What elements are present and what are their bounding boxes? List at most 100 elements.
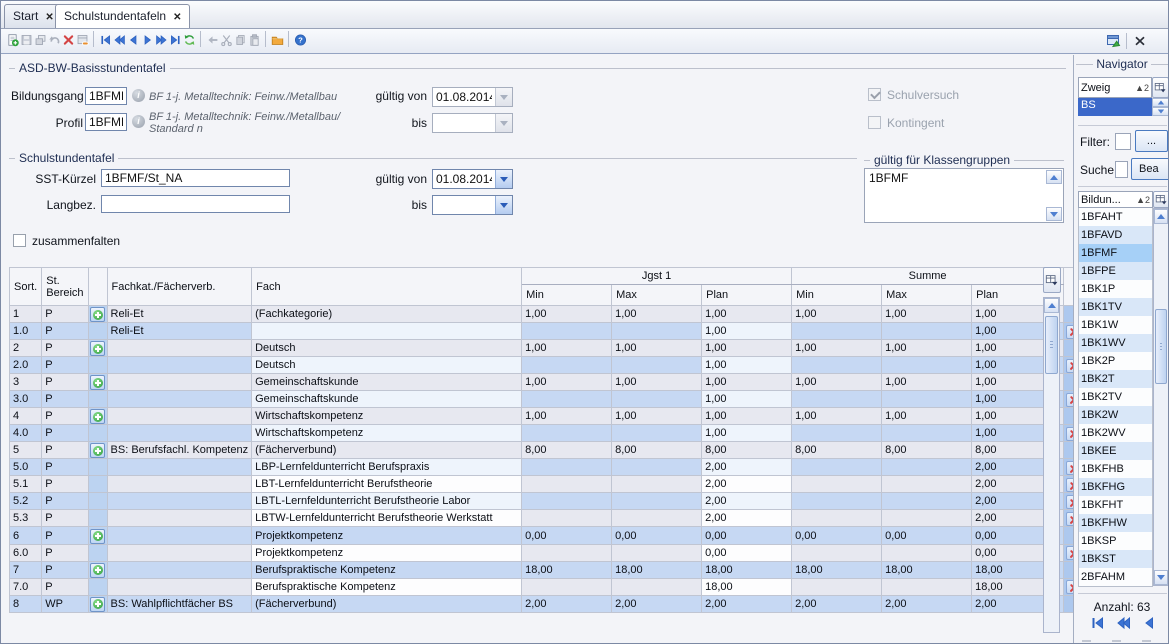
cell-jgst-max[interactable]: 1,00 (612, 340, 702, 357)
copy-icon[interactable] (234, 33, 247, 47)
prev-record-icon[interactable] (127, 33, 140, 47)
cell-jgst-max[interactable] (612, 391, 702, 408)
list-item[interactable]: 1BFAHT (1079, 208, 1152, 226)
list-item[interactable]: 1BK1TV (1079, 298, 1152, 316)
cell-jgst-min[interactable]: 1,00 (522, 340, 612, 357)
cell-sort[interactable]: 4.0 (10, 425, 42, 442)
cell-summe-max[interactable] (882, 391, 972, 408)
cell-summe-min[interactable] (792, 544, 882, 561)
cell-fach[interactable]: LBTL-Lernfeldunterricht Berufstheorie La… (252, 493, 522, 510)
cell-add[interactable] (88, 425, 107, 442)
cell-jgst-plan[interactable]: 2,00 (702, 459, 792, 476)
cell-add[interactable] (88, 408, 107, 425)
cell-summe-max[interactable] (882, 357, 972, 374)
cell-jgst-min[interactable]: 2,00 (522, 595, 612, 612)
add-row-button[interactable] (90, 563, 105, 578)
cell-add[interactable] (88, 510, 107, 527)
cell-jgst-max[interactable] (612, 510, 702, 527)
cell-fach[interactable]: LBT-Lernfeldunterricht Berufstheorie (252, 476, 522, 493)
cell-jgst-min[interactable] (522, 459, 612, 476)
cell-summe-min[interactable] (792, 510, 882, 527)
list-item[interactable]: 1BKSP (1079, 532, 1152, 550)
cell-jgst-max[interactable]: 18,00 (612, 561, 702, 578)
cell-add[interactable] (88, 578, 107, 595)
cell-fachkat[interactable] (107, 578, 252, 595)
cell-bereich[interactable]: P (42, 442, 88, 459)
cell-summe-max[interactable]: 2,00 (882, 595, 972, 612)
cell-fach[interactable]: (Fächerverbund) (252, 595, 522, 612)
cell-jgst-plan[interactable]: 1,00 (702, 408, 792, 425)
cell-summe-max[interactable] (882, 459, 972, 476)
grid-settings-button[interactable] (1043, 267, 1061, 293)
prev-page-icon[interactable] (1115, 615, 1132, 631)
cell-sort[interactable]: 2.0 (10, 357, 42, 374)
cell-sort[interactable]: 1.0 (10, 323, 42, 340)
cell-jgst-max[interactable]: 1,00 (612, 408, 702, 425)
cell-jgst-min[interactable]: 1,00 (522, 408, 612, 425)
cell-summe-min[interactable]: 0,00 (792, 527, 882, 544)
cell-fach[interactable]: Gemeinschaftskunde (252, 374, 522, 391)
add-row-button[interactable] (90, 341, 105, 356)
cell-fach[interactable]: Projektkompetenz (252, 544, 522, 561)
close-icon[interactable]: ✕ (45, 12, 53, 23)
cell-fachkat[interactable] (107, 374, 252, 391)
gueltig-von-value-2[interactable] (433, 170, 495, 188)
cell-sort[interactable]: 3.0 (10, 391, 42, 408)
cell-jgst-max[interactable] (612, 578, 702, 595)
first-record-icon[interactable] (1089, 615, 1106, 631)
filter-ellipsis-button[interactable]: ... (1135, 130, 1168, 152)
scroll-down-button[interactable] (1046, 207, 1062, 221)
suche-input[interactable] (1115, 161, 1128, 178)
cell-jgst-plan[interactable]: 2,00 (702, 510, 792, 527)
add-row-button[interactable] (90, 529, 105, 544)
cell-summe-min[interactable] (792, 425, 882, 442)
cell-summe-max[interactable]: 1,00 (882, 306, 972, 323)
cell-add[interactable] (88, 340, 107, 357)
cell-fach[interactable]: Berufspraktische Kompetenz (252, 561, 522, 578)
cell-summe-min[interactable]: 1,00 (792, 340, 882, 357)
close-icon[interactable] (1132, 33, 1148, 49)
list-item[interactable]: 1BK1WV (1079, 334, 1152, 352)
grid-scrollbar[interactable] (1043, 297, 1060, 633)
new-record-icon[interactable] (6, 33, 19, 47)
zusammenfalten-checkbox[interactable] (13, 234, 26, 247)
cell-jgst-plan[interactable]: 18,00 (702, 578, 792, 595)
cell-fachkat[interactable] (107, 357, 252, 374)
cell-summe-max[interactable]: 0,00 (882, 527, 972, 544)
cell-sort[interactable]: 2 (10, 340, 42, 357)
cell-summe-min[interactable] (792, 391, 882, 408)
cell-summe-min[interactable] (792, 357, 882, 374)
paste-icon[interactable] (248, 33, 261, 47)
cell-sort[interactable]: 5.3 (10, 510, 42, 527)
list-item[interactable]: 1BKST (1079, 550, 1152, 568)
cell-sort[interactable]: 1 (10, 306, 42, 323)
cell-jgst-min[interactable] (522, 544, 612, 561)
cell-summe-max[interactable]: 8,00 (882, 442, 972, 459)
cell-jgst-min[interactable]: 1,00 (522, 374, 612, 391)
cell-summe-max[interactable] (882, 544, 972, 561)
cell-summe-max[interactable] (882, 578, 972, 595)
cell-jgst-max[interactable]: 1,00 (612, 306, 702, 323)
duplicate-icon[interactable] (34, 33, 47, 47)
cell-fachkat[interactable]: BS: Berufsfachl. Kompetenz (107, 442, 252, 459)
cell-jgst-max[interactable] (612, 493, 702, 510)
grid-settings-button[interactable] (1152, 77, 1169, 98)
next-record-icon[interactable] (141, 33, 154, 47)
form-remove-icon[interactable] (76, 33, 89, 47)
list-item[interactable]: 1BKFHG (1079, 478, 1152, 496)
chevron-down-icon[interactable] (495, 170, 512, 188)
cell-fach[interactable]: Deutsch (252, 357, 522, 374)
cell-summe-max[interactable] (882, 510, 972, 527)
cell-jgst-min[interactable] (522, 391, 612, 408)
list-scrollbar[interactable] (1153, 208, 1169, 586)
cell-jgst-min[interactable] (522, 476, 612, 493)
list-item[interactable]: 1BK2W (1079, 406, 1152, 424)
bis-combobox-2[interactable] (432, 195, 513, 215)
close-icon[interactable]: ✕ (173, 12, 181, 23)
add-row-button[interactable] (90, 409, 105, 424)
list-item[interactable]: 2BFAHM (1079, 568, 1152, 586)
cell-fachkat[interactable] (107, 561, 252, 578)
cell-add[interactable] (88, 306, 107, 323)
bis-combobox[interactable] (432, 113, 513, 133)
cell-fachkat[interactable] (107, 544, 252, 561)
